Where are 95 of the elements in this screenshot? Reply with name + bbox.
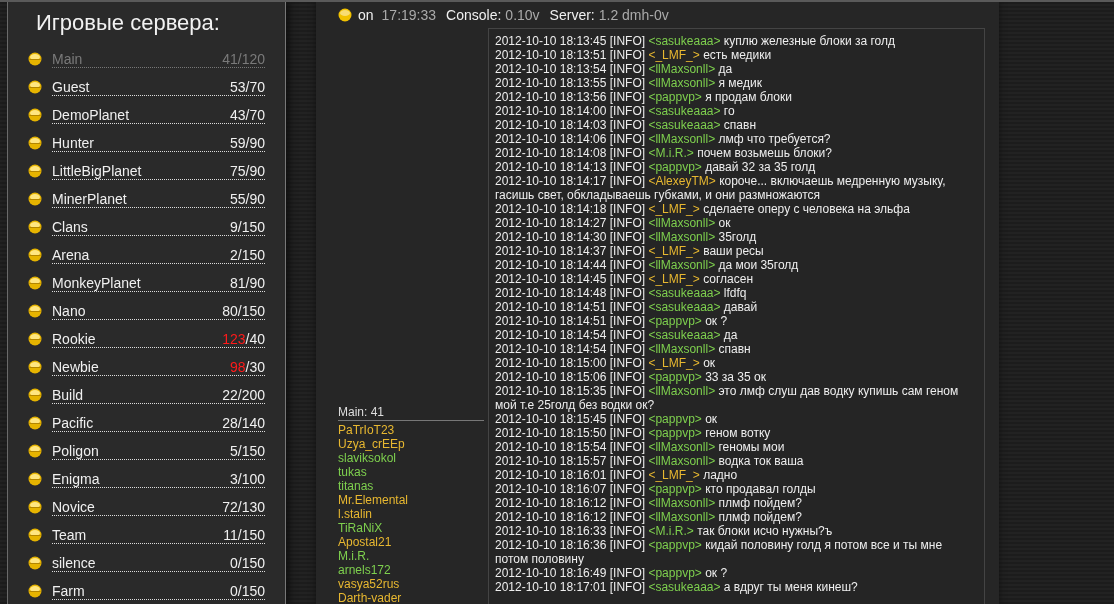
log-line: 2012-10-10 18:14:13 [INFO] <pappvp> давай 32 за 35 голд: [495, 160, 817, 174]
console-label: Console:: [446, 7, 502, 23]
status-dot-icon: [28, 220, 42, 234]
log-line: 2012-10-10 18:16:33 [INFO] <M.i.R.> так блоки исчо нужны?ъ: [495, 524, 834, 538]
status-dot-icon: [28, 584, 42, 598]
log-line: 2012-10-10 18:15:50 [INFO] <pappvp> геном вотку: [495, 426, 772, 440]
log-line: 2012-10-10 18:15:06 [INFO] <pappvp> 33 за 35 ок: [495, 370, 767, 384]
log-line: 2012-10-10 18:13:55 [INFO] <llMaxsonll> я медик: [495, 76, 763, 90]
server-link[interactable]: Nano 80/150: [52, 302, 265, 320]
status-dot-icon: [28, 192, 42, 206]
player-name[interactable]: slaviksokol: [338, 451, 484, 465]
server-link[interactable]: Clans 9/150: [52, 218, 265, 236]
player-name[interactable]: PaTrIoT23: [338, 423, 484, 437]
console-version: 0.10v: [505, 7, 540, 23]
status-dot-icon: [28, 52, 42, 66]
log-line: 2012-10-10 18:14:37 [INFO] <_LMF_> ваши ресы: [495, 244, 765, 258]
server-link[interactable]: Build 22/200: [52, 386, 265, 404]
status-dot-icon: [28, 416, 42, 430]
log-line: 2012-10-10 18:14:30 [INFO] <llMaxsonll> 35голд: [495, 230, 758, 244]
server-link[interactable]: Hunter 59/90: [52, 134, 265, 152]
server-link[interactable]: Arena 2/150: [52, 246, 265, 264]
player-name[interactable]: M.i.R.: [338, 549, 484, 563]
status-dot-icon: [28, 360, 42, 374]
log-line: 2012-10-10 18:16:12 [INFO] <llMaxsonll> плмф пойдем?: [495, 496, 803, 510]
server-link[interactable]: LittleBigPlanet 75/90: [52, 162, 265, 180]
log-line: 2012-10-10 18:16:07 [INFO] <pappvp> кто продавал голды: [495, 482, 817, 496]
status-dot-icon: [28, 332, 42, 346]
server-link[interactable]: Pacific 28/140: [52, 414, 265, 432]
status-dot-icon: [28, 276, 42, 290]
server-link[interactable]: Team 11/150: [52, 526, 265, 544]
server-link[interactable]: MonkeyPlanet 81/90: [52, 274, 265, 292]
player-name[interactable]: Uzya_crEEp: [338, 437, 484, 451]
server-link[interactable]: Farm 0/150: [52, 582, 265, 600]
status-dot-icon: [28, 136, 42, 150]
log-line: 2012-10-10 18:14:54 [INFO] <sasukeaaa> да: [495, 328, 739, 342]
log-line: 2012-10-10 18:13:45 [INFO] <sasukeaaa> куплю железные блоки за голд: [495, 34, 896, 48]
player-name[interactable]: titanas: [338, 479, 484, 493]
status-dot-icon: [28, 164, 42, 178]
log-line: 2012-10-10 18:14:48 [INFO] <sasukeaaa> lfdfq: [495, 286, 748, 300]
status-dot-icon: [28, 472, 42, 486]
log-line: 2012-10-10 18:14:51 [INFO] <pappvp> ок ?: [495, 314, 729, 328]
server-label: Server:: [549, 7, 595, 23]
player-name[interactable]: TiRaNiX: [338, 521, 484, 535]
log-line: 2012-10-10 18:15:57 [INFO] <llMaxsonll> водка ток ваша: [495, 454, 805, 468]
log-line: 2012-10-10 18:15:00 [INFO] <_LMF_> ок: [495, 356, 717, 370]
log-line: 2012-10-10 18:13:54 [INFO] <llMaxsonll> да: [495, 62, 734, 76]
status-dot-icon: [28, 304, 42, 318]
server-link[interactable]: MinerPlanet 55/90: [52, 190, 265, 208]
player-name[interactable]: Darth-vader: [338, 591, 484, 604]
player-name[interactable]: arnels172: [338, 563, 484, 577]
log-line: 2012-10-10 18:14:27 [INFO] <llMaxsonll> ок: [495, 216, 732, 230]
player-list-header: Main: 41: [338, 404, 484, 421]
log-line: 2012-10-10 18:15:54 [INFO] <llMaxsonll> геномы мои: [495, 440, 786, 454]
status-dot-icon: [28, 556, 42, 570]
log-line: 2012-10-10 18:14:03 [INFO] <sasukeaaa> спавн: [495, 118, 757, 132]
log-line: 2012-10-10 18:14:54 [INFO] <llMaxsonll> спавн: [495, 342, 752, 356]
status-dot-icon: [28, 500, 42, 514]
player-name[interactable]: tukas: [338, 465, 484, 479]
server-link[interactable]: Novice 72/130: [52, 498, 265, 516]
log-line: 2012-10-10 18:16:49 [INFO] <pappvp> ок ?: [495, 566, 729, 580]
server-link[interactable]: DemoPlanet 43/70: [52, 106, 265, 124]
status-text: on: [358, 7, 374, 23]
server-link[interactable]: Rookie 123/40: [52, 330, 265, 348]
player-name[interactable]: vasya52rus: [338, 577, 484, 591]
status-dot-icon: [28, 108, 42, 122]
log-line: 2012-10-10 18:16:01 [INFO] <_LMF_> ладно: [495, 468, 739, 482]
server-version: 1.2 dmh-0v: [598, 7, 669, 23]
player-name[interactable]: l.stalin: [338, 507, 484, 521]
log-line: 2012-10-10 18:14:51 [INFO] <sasukeaaa> давай: [495, 300, 759, 314]
log-line: 2012-10-10 18:15:35 [INFO] <llMaxsonll> это лмф слуш дав водку купишь сам геном мой т.е 25голд без водки ок?: [495, 384, 960, 412]
status-dot-icon: [28, 388, 42, 402]
status-dot-icon: [28, 444, 42, 458]
log-line: 2012-10-10 18:14:18 [INFO] <_LMF_> сделаете оперу с человека на эльфа: [495, 202, 911, 216]
log-line: 2012-10-10 18:16:12 [INFO] <llMaxsonll> плмф пойдем?: [495, 510, 803, 524]
log-line: 2012-10-10 18:13:51 [INFO] <_LMF_> есть медики: [495, 48, 773, 62]
status-dot-icon: [28, 248, 42, 262]
server-link[interactable]: Enigma 3/100: [52, 470, 265, 488]
log-line: 2012-10-10 18:14:45 [INFO] <_LMF_> согласен: [495, 272, 755, 286]
log-line: 2012-10-10 18:15:45 [INFO] <pappvp> ок: [495, 412, 719, 426]
player-name[interactable]: Mr.Elemental: [338, 493, 484, 507]
panel-title: Игровые сервера:: [36, 9, 221, 37]
status-dot-icon: [28, 80, 42, 94]
log-line: 2012-10-10 18:14:08 [INFO] <M.i.R.> почем возьмешь блоки?: [495, 146, 833, 160]
log-line: 2012-10-10 18:14:00 [INFO] <sasukeaaa> го: [495, 104, 736, 118]
clock-text: 17:19:33: [381, 7, 437, 23]
log-line: 2012-10-10 18:17:01 [INFO] <sasukeaaa> а вдруг ты меня кинеш?: [495, 580, 859, 594]
server-link[interactable]: silence 0/150: [52, 554, 265, 572]
log-line: 2012-10-10 18:14:44 [INFO] <llMaxsonll> да мои 35голд: [495, 258, 800, 272]
server-link[interactable]: Newbie 98/30: [52, 358, 265, 376]
status-dot-icon: [28, 528, 42, 542]
log-line: 2012-10-10 18:13:56 [INFO] <pappvp> я продам блоки: [495, 90, 793, 104]
player-name[interactable]: Apostal21: [338, 535, 484, 549]
log-line: 2012-10-10 18:14:06 [INFO] <llMaxsonll> лмф что требуется?: [495, 132, 832, 146]
server-link[interactable]: Guest 53/70: [52, 78, 265, 96]
server-link[interactable]: Poligon 5/150: [52, 442, 265, 460]
